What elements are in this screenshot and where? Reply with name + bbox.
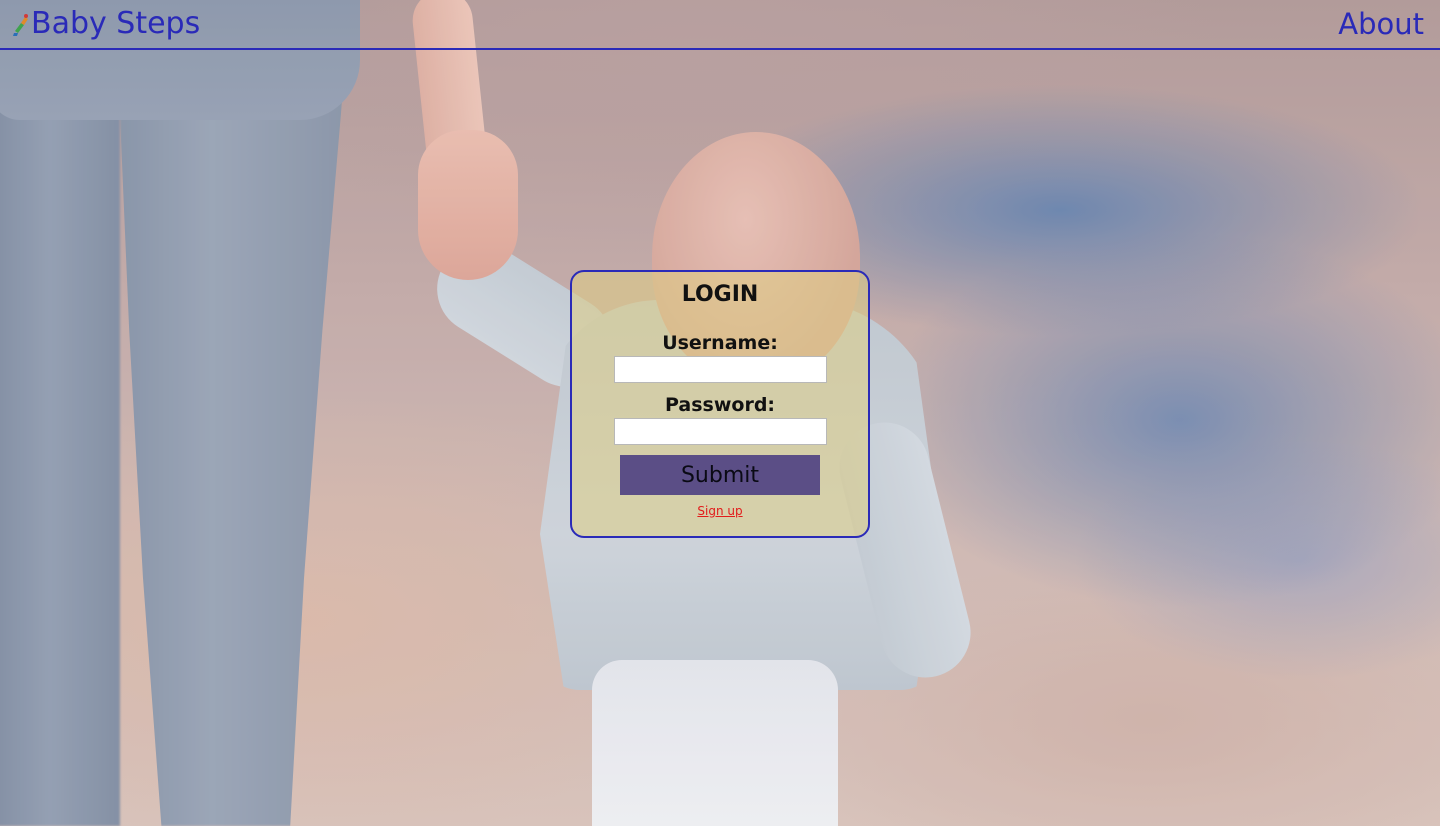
password-input[interactable] <box>613 418 827 445</box>
username-label: Username: <box>662 332 778 354</box>
top-navbar: Baby Steps About <box>0 0 1440 50</box>
home-logo-link[interactable]: Baby Steps <box>12 4 200 44</box>
logo-text: Baby Steps <box>31 6 201 41</box>
login-title: LOGIN <box>681 282 759 307</box>
footsteps-icon <box>13 14 28 36</box>
about-link[interactable]: About <box>1338 4 1424 44</box>
sign-up-link[interactable]: Sign up <box>697 504 742 518</box>
login-form: LOGIN Username: Password: Submit Sign up <box>570 270 870 538</box>
submit-button[interactable]: Submit <box>620 455 820 495</box>
username-input[interactable] <box>613 356 827 383</box>
password-label: Password: <box>664 394 776 416</box>
